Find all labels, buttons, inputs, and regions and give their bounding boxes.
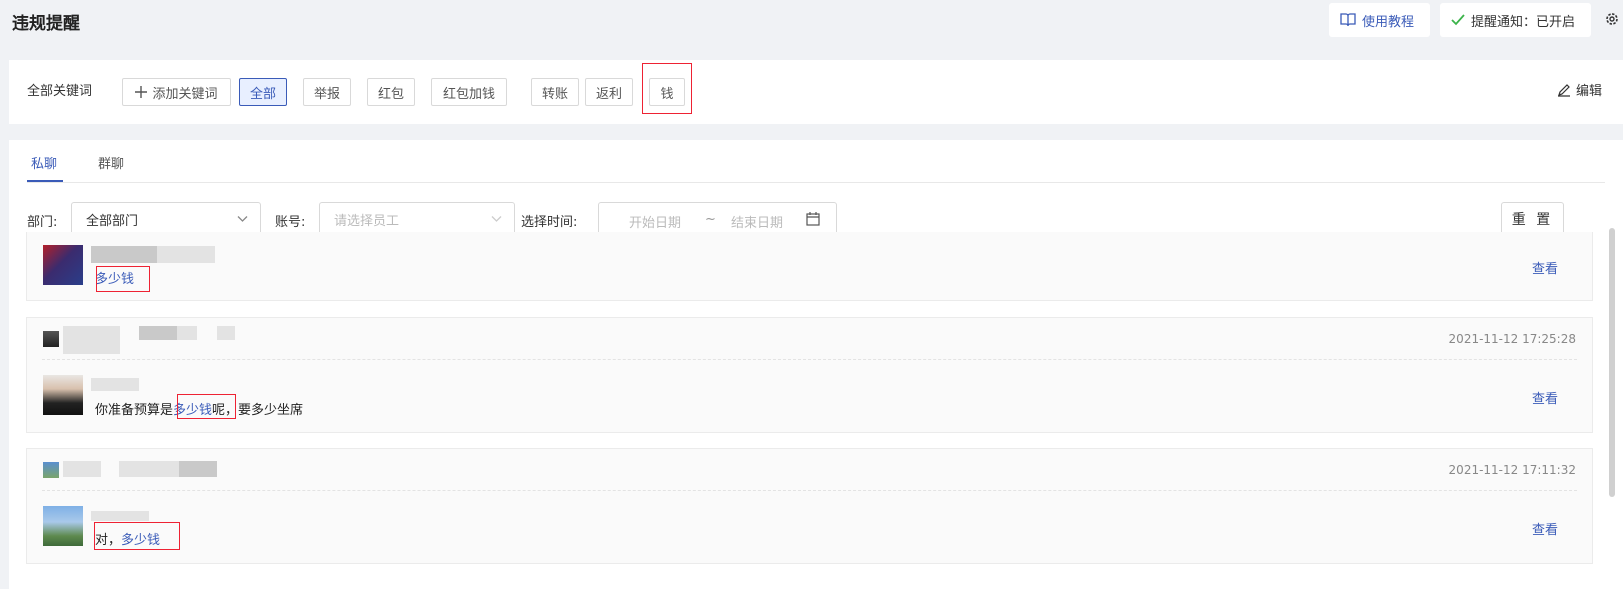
message-text: 多少钱 [95,268,134,287]
message-card: 多少钱 查看 [26,232,1593,301]
avatar [43,245,83,285]
plus-icon [135,86,148,98]
department-select[interactable]: 全部部门 [71,202,261,236]
group-name [63,461,101,477]
sender-name [91,511,149,521]
keyword-highlight: 多少钱 [121,533,161,548]
department-value: 全部部门 [86,213,139,229]
add-keyword-button[interactable]: 添加关键词 [122,78,231,106]
timestamp: 2021-11-12 17:11:32 [1448,463,1576,477]
keyword-highlight: 多少钱 [95,272,135,287]
account-placeholder: 请选择员工 [334,213,400,229]
pencil-icon [1558,83,1570,97]
book-icon [1340,13,1356,27]
account-label: 账号: [275,215,306,230]
active-tab-indicator [27,180,63,182]
timestamp: 2021-11-12 17:25:28 [1448,332,1576,346]
tutorial-label: 使用教程 [1362,14,1415,30]
notify-label: 提醒通知：已开启 [1471,14,1576,30]
message-text: 对，多少钱 [95,533,161,548]
chevron-down-icon [491,216,502,222]
sender-name [91,378,139,391]
group-info [179,461,217,477]
tab-group-chat[interactable]: 群聊 [98,153,124,172]
main-panel: 私聊 群聊 部门: 全部部门 账号: 请选择员工 选择时间: 开始日期 ~ 结束… [9,140,1623,589]
start-date-input[interactable]: 开始日期 [629,212,681,231]
keyword-panel: 全部关键词 添加关键词 全部 举报 红包 红包加钱 转账 返利钱 编辑 [9,60,1623,124]
card-header: 2021-11-12 17:11:32 [27,449,1592,491]
date-range-picker[interactable]: 开始日期 ~ 结束日期 [598,202,837,236]
keyword-tag[interactable]: 红包加钱 [431,78,507,106]
tutorial-button[interactable]: 使用教程 [1329,3,1430,37]
add-keyword-label: 添加关键词 [152,86,218,102]
chat-tabs: 私聊 群聊 [27,140,1605,183]
reset-button[interactable]: 重 置 [1501,202,1564,236]
card-header: 2021-11-12 17:25:28 [27,318,1592,360]
sender-name [91,246,157,263]
message-text: 你准备预算是多少钱呢，要多少坐席 [95,403,304,418]
keyword-tag[interactable]: 转账 [531,78,579,106]
avatar [43,506,83,546]
card-divider [42,359,1577,360]
notify-status-button[interactable]: 提醒通知：已开启 [1440,3,1591,37]
department-label: 部门: [27,215,58,230]
group-name [63,326,120,354]
check-icon [1451,14,1465,26]
keyword-panel-title: 全部关键词 [27,84,93,99]
keyword-tag[interactable]: 钱 [649,78,685,106]
view-link[interactable]: 查看 [1532,388,1558,407]
chevron-down-icon [237,216,248,222]
account-select[interactable]: 请选择员工 [319,202,515,236]
filter-bar: 部门: 全部部门 账号: 请选择员工 选择时间: 开始日期 ~ 结束日期 重 置 [27,202,1605,236]
avatar [43,375,83,415]
scrollbar[interactable] [1609,228,1615,497]
edit-label: 编辑 [1576,84,1603,99]
group-avatar [43,462,59,478]
keyword-tag[interactable]: 全部 [239,78,287,106]
message-card: 2021-11-12 17:25:28 你准备预算是多少钱呢，要多少坐席 查看 [26,317,1593,433]
group-avatar [43,331,59,347]
message-list[interactable]: 多少钱 查看 2021-11-12 17:25:28 你准备预算是多少钱呢，要多… [9,232,1623,589]
view-link[interactable]: 查看 [1532,519,1558,538]
message-card: 2021-11-12 17:11:32 对，多少钱 查看 [26,448,1593,564]
sender-info [157,246,215,263]
gear-icon[interactable] [1604,11,1620,27]
view-link[interactable]: 查看 [1532,258,1558,277]
range-separator: ~ [705,212,716,227]
keyword-highlight: 多少钱 [173,403,213,418]
group-info [119,461,179,477]
card-divider [42,490,1577,491]
page-title: 违规提醒 [12,14,80,34]
time-label: 选择时间: [521,215,578,230]
keyword-tag[interactable]: 返利 [585,78,633,106]
group-info [177,326,197,340]
calendar-icon [806,212,820,226]
group-info [139,326,177,340]
keyword-tag[interactable]: 举报 [303,78,351,106]
top-bar: 违规提醒 使用教程 提醒通知：已开启 [0,0,1623,52]
end-date-input[interactable]: 结束日期 [731,212,783,231]
tab-private-chat[interactable]: 私聊 [31,153,57,172]
keyword-tag[interactable]: 红包 [367,78,415,106]
edit-keywords-button[interactable]: 编辑 [1557,80,1602,99]
group-info [217,326,235,340]
